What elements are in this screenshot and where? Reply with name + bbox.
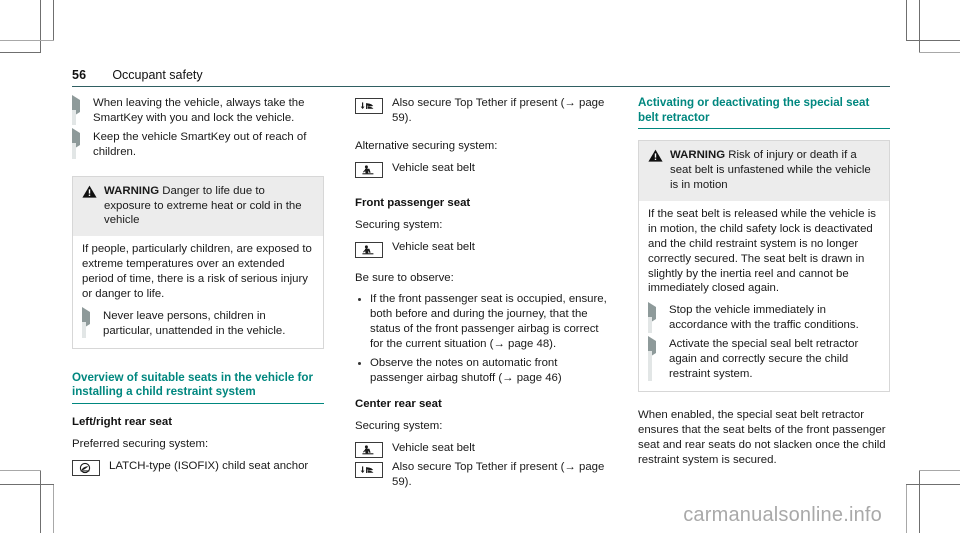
- warning-body-text: If the seat belt is released while the v…: [648, 207, 876, 295]
- arrow-bullet-icon: [82, 307, 91, 341]
- securing-system-text: Vehicle seat belt: [392, 441, 475, 454]
- list-item: Never leave persons, children in particu…: [82, 307, 314, 341]
- page-title: Occupant safety: [112, 68, 203, 82]
- warning-label: WARNING: [104, 184, 160, 197]
- list-item-text: Stop the vehicle immediately in accordan…: [669, 304, 859, 332]
- observe-label: Be sure to observe:: [355, 271, 454, 284]
- page-content: When leaving the vehicle, always take th…: [72, 94, 890, 492]
- warning-header-text: WARNING Danger to life due to exposure t…: [104, 184, 314, 229]
- watermark: carmanualsonline.info: [683, 504, 882, 526]
- seat-belt-icon: [355, 241, 383, 258]
- securing-system-item: Vehicle seat belt: [355, 441, 607, 459]
- list-item-text: Keep the vehicle SmartKey out of reach o…: [93, 130, 307, 158]
- warning-action-list: Stop the vehicle immediately in accordan…: [648, 301, 880, 385]
- crop-mark-top-right: [885, 0, 960, 53]
- warning-triangle-icon: [648, 148, 664, 193]
- warning-body: If people, particularly children, are ex…: [73, 236, 323, 347]
- page-number: 56: [72, 68, 87, 82]
- subheading-center-rear-seat: Center rear seat: [355, 397, 442, 410]
- subheading-front-passenger-seat: Front passenger seat: [355, 197, 471, 210]
- warning-label: WARNING: [670, 149, 726, 162]
- warning-header: WARNING Risk of injury or death if a sea…: [639, 141, 889, 201]
- securing-system-text: Also secure Top Tether if present (→ pag…: [392, 461, 605, 489]
- seat-belt-icon: [355, 442, 383, 459]
- column-1: When leaving the vehicle, always take th…: [72, 94, 324, 492]
- center-securing-label: Securing system:: [355, 419, 443, 432]
- securing-system-item: Also secure Top Tether if present (→ pag…: [355, 460, 607, 490]
- list-item: If the front passenger seat is occupied,…: [355, 292, 607, 352]
- crop-mark-bottom-right: [885, 470, 960, 533]
- column-2: Also secure Top Tether if present (→ pag…: [355, 96, 607, 492]
- section-heading-retractor: Activating or deactivating the special s…: [638, 96, 890, 130]
- securing-system-item: Vehicle seat belt: [355, 240, 607, 258]
- securing-system-item: LATCH-type (ISOFIX) child seat anchor: [72, 459, 324, 477]
- securing-system-text: Also secure Top Tether if present (→ pag…: [392, 97, 605, 124]
- arrow-bullet-icon: [72, 94, 81, 129]
- list-item-text: Never leave persons, children in particu…: [103, 309, 286, 337]
- list-item: Activate the special seal belt retractor…: [648, 335, 880, 385]
- observe-bullet-list: If the front passenger seat is occupied,…: [355, 292, 607, 385]
- securing-system-item: Vehicle seat belt: [355, 161, 607, 179]
- warning-body: If the seat belt is released while the v…: [639, 201, 889, 391]
- list-item-text: If the front passenger seat is occupied,…: [370, 293, 607, 351]
- list-item-text: When leaving the vehicle, always take th…: [93, 97, 305, 124]
- front-securing-label: Securing system:: [355, 219, 443, 232]
- list-item: Observe the notes on automatic front pas…: [355, 356, 607, 386]
- top-tether-icon: [355, 461, 383, 478]
- warning-header: WARNING Danger to life due to exposure t…: [73, 176, 323, 237]
- crop-mark-top-left: [0, 0, 60, 53]
- warning-body-text: If people, particularly children, are ex…: [82, 243, 312, 301]
- closing-paragraph: When enabled, the special seat belt retr…: [638, 408, 886, 466]
- securing-system-item: Also secure Top Tether if present (→ pag…: [355, 96, 607, 126]
- seat-belt-icon: [355, 162, 383, 179]
- top-tether-icon: [355, 97, 383, 114]
- preferred-securing-label: Preferred securing system:: [72, 437, 209, 450]
- bullet-dot-icon: [358, 298, 361, 302]
- warning-header-text: WARNING Risk of injury or death if a sea…: [670, 148, 880, 193]
- page-header: 56 Occupant safety: [72, 68, 890, 87]
- warning-box-seat-belt: WARNING Risk of injury or death if a sea…: [638, 140, 890, 392]
- column-3: Activating or deactivating the special s…: [638, 96, 890, 492]
- list-item-text: Activate the special seal belt retractor…: [669, 338, 859, 380]
- securing-system-text: Vehicle seat belt: [392, 161, 475, 174]
- warning-box-heat-cold: WARNING Danger to life due to exposure t…: [72, 175, 324, 349]
- arrow-bullet-icon: [72, 128, 81, 162]
- isofix-anchor-icon: [72, 460, 100, 477]
- list-item: Stop the vehicle immediately in accordan…: [648, 301, 880, 336]
- list-item-text: Observe the notes on automatic front pas…: [370, 357, 562, 384]
- section-heading-overview: Overview of suitable seats in the vehicl…: [72, 371, 324, 404]
- securing-system-text: Vehicle seat belt: [392, 241, 475, 254]
- arrow-bullet-icon: [648, 335, 657, 385]
- securing-system-text: LATCH-type (ISOFIX) child seat anchor: [109, 459, 309, 472]
- warning-action-list: Never leave persons, children in particu…: [82, 307, 314, 341]
- subheading-left-right-rear-seat: Left/right rear seat: [72, 415, 173, 428]
- list-item: When leaving the vehicle, always take th…: [72, 94, 324, 129]
- alternative-securing-label: Alternative securing system:: [355, 139, 498, 152]
- smartkey-action-list: When leaving the vehicle, always take th…: [72, 94, 324, 162]
- bullet-dot-icon: [358, 362, 361, 366]
- arrow-bullet-icon: [648, 301, 657, 336]
- list-item: Keep the vehicle SmartKey out of reach o…: [72, 128, 324, 162]
- warning-triangle-icon: [82, 184, 98, 229]
- crop-mark-bottom-left: [0, 470, 60, 533]
